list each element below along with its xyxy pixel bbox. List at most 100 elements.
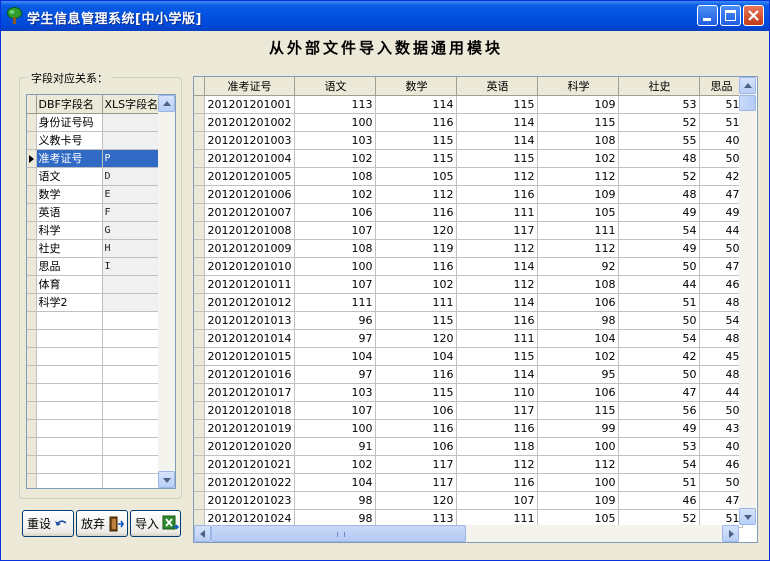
score-cell[interactable]: 106: [375, 437, 458, 456]
row-indicator[interactable]: [194, 311, 205, 330]
xls-field-cell[interactable]: [102, 293, 162, 312]
score-cell[interactable]: 114: [456, 365, 539, 384]
score-cell[interactable]: 53: [618, 437, 701, 456]
column-header[interactable]: 科学: [537, 77, 620, 96]
xls-field-cell[interactable]: D: [102, 167, 162, 186]
row-indicator[interactable]: [194, 221, 205, 240]
import-data-grid[interactable]: 准考证号 语文 数学 英语 科学 社史 思品 201201201001 113 114 115 10…: [193, 76, 758, 543]
score-cell[interactable]: 44: [699, 221, 744, 240]
score-cell[interactable]: 51: [699, 113, 744, 132]
score-cell[interactable]: 56: [618, 401, 701, 420]
score-cell[interactable]: 98: [537, 311, 620, 330]
mapping-row[interactable]: 社史 H: [27, 239, 162, 258]
score-cell[interactable]: 108: [294, 167, 377, 186]
exam-id-cell[interactable]: 201201201008: [204, 221, 296, 240]
score-cell[interactable]: 114: [456, 257, 539, 276]
dbf-field-cell[interactable]: 准考证号: [36, 149, 103, 168]
field-mapping-grid[interactable]: DBF字段名 XLS字段名 身份证号码 义教卡号 准考证号 P 语文 D 数学 E 英语 F 科学 G…: [26, 94, 176, 489]
exam-id-cell[interactable]: 201201201011: [204, 275, 296, 294]
score-cell[interactable]: 115: [375, 311, 458, 330]
score-cell[interactable]: 116: [456, 311, 539, 330]
dbf-field-cell[interactable]: 英语: [36, 203, 103, 222]
minimize-button[interactable]: [697, 5, 718, 26]
score-cell[interactable]: 43: [699, 419, 744, 438]
row-indicator[interactable]: [27, 257, 37, 276]
score-cell[interactable]: 116: [456, 185, 539, 204]
score-cell[interactable]: 116: [375, 113, 458, 132]
score-cell[interactable]: 52: [618, 113, 701, 132]
score-cell[interactable]: 100: [294, 419, 377, 438]
row-indicator[interactable]: [27, 113, 37, 132]
score-cell[interactable]: 102: [294, 185, 377, 204]
discard-button[interactable]: 放弃: [76, 510, 128, 537]
row-indicator[interactable]: [194, 365, 205, 384]
score-cell[interactable]: 54: [618, 329, 701, 348]
score-cell[interactable]: 97: [294, 329, 377, 348]
table-row[interactable]: 201201201001 113 114 115 109 53 51: [194, 95, 744, 114]
row-indicator[interactable]: [27, 293, 37, 312]
score-cell[interactable]: 114: [456, 293, 539, 312]
exam-id-cell[interactable]: 201201201016: [204, 365, 296, 384]
column-header[interactable]: 准考证号: [204, 77, 296, 96]
score-cell[interactable]: 112: [456, 239, 539, 258]
row-indicator[interactable]: [27, 275, 37, 294]
dbf-field-cell[interactable]: 思品: [36, 257, 103, 276]
score-cell[interactable]: 48: [699, 365, 744, 384]
score-cell[interactable]: 109: [537, 185, 620, 204]
exam-id-cell[interactable]: 201201201007: [204, 203, 296, 222]
score-cell[interactable]: 120: [375, 491, 458, 510]
table-row[interactable]: 201201201011 107 102 112 108 44 46: [194, 275, 744, 294]
reset-button[interactable]: 重设: [22, 510, 74, 537]
score-cell[interactable]: 115: [456, 95, 539, 114]
score-cell[interactable]: 50: [699, 473, 744, 492]
table-row[interactable]: 201201201004 102 115 115 102 48 50: [194, 149, 744, 168]
exam-id-cell[interactable]: 201201201017: [204, 383, 296, 402]
score-cell[interactable]: 102: [375, 275, 458, 294]
exam-id-cell[interactable]: 201201201014: [204, 329, 296, 348]
score-cell[interactable]: 115: [456, 149, 539, 168]
score-cell[interactable]: 47: [618, 383, 701, 402]
score-cell[interactable]: 48: [699, 329, 744, 348]
mapping-row[interactable]: 科学2: [27, 293, 162, 312]
table-row[interactable]: 201201201016 97 116 114 95 50 48: [194, 365, 744, 384]
score-cell[interactable]: 92: [537, 257, 620, 276]
maximize-button[interactable]: [720, 5, 741, 26]
row-indicator[interactable]: [27, 203, 37, 222]
row-indicator[interactable]: [194, 329, 205, 348]
score-cell[interactable]: 51: [618, 293, 701, 312]
table-row[interactable]: 201201201006 102 112 116 109 48 47: [194, 185, 744, 204]
mapping-scroll-up-button[interactable]: [158, 95, 175, 112]
table-row[interactable]: 201201201022 104 117 116 100 51 50: [194, 473, 744, 492]
score-cell[interactable]: 53: [618, 95, 701, 114]
score-cell[interactable]: 114: [456, 131, 539, 150]
score-cell[interactable]: 91: [294, 437, 377, 456]
score-cell[interactable]: 47: [699, 185, 744, 204]
score-cell[interactable]: 112: [537, 167, 620, 186]
row-indicator[interactable]: [194, 455, 205, 474]
score-cell[interactable]: 107: [294, 401, 377, 420]
score-cell[interactable]: 47: [699, 491, 744, 510]
score-cell[interactable]: 99: [537, 419, 620, 438]
table-row[interactable]: 201201201023 98 120 107 109 46 47: [194, 491, 744, 510]
table-row[interactable]: 201201201014 97 120 111 104 54 48: [194, 329, 744, 348]
dbf-field-cell[interactable]: 体育: [36, 275, 103, 294]
row-indicator[interactable]: [194, 437, 205, 456]
dbf-field-cell[interactable]: 社史: [36, 239, 103, 258]
score-cell[interactable]: 50: [699, 149, 744, 168]
exam-id-cell[interactable]: 201201201018: [204, 401, 296, 420]
score-cell[interactable]: 104: [294, 473, 377, 492]
row-indicator[interactable]: [194, 401, 205, 420]
score-cell[interactable]: 117: [456, 221, 539, 240]
dbf-field-cell[interactable]: 义教卡号: [36, 131, 103, 150]
score-cell[interactable]: 111: [294, 293, 377, 312]
score-cell[interactable]: 108: [537, 131, 620, 150]
score-cell[interactable]: 48: [618, 149, 701, 168]
table-row[interactable]: 201201201007 106 116 111 105 49 49: [194, 203, 744, 222]
exam-id-cell[interactable]: 201201201003: [204, 131, 296, 150]
exam-id-cell[interactable]: 201201201012: [204, 293, 296, 312]
data-scroll-up-button[interactable]: [739, 77, 756, 94]
column-header[interactable]: 思品: [699, 77, 744, 96]
data-horizontal-scroll-thumb[interactable]: [211, 525, 466, 542]
row-indicator[interactable]: [194, 257, 205, 276]
score-cell[interactable]: 50: [618, 257, 701, 276]
